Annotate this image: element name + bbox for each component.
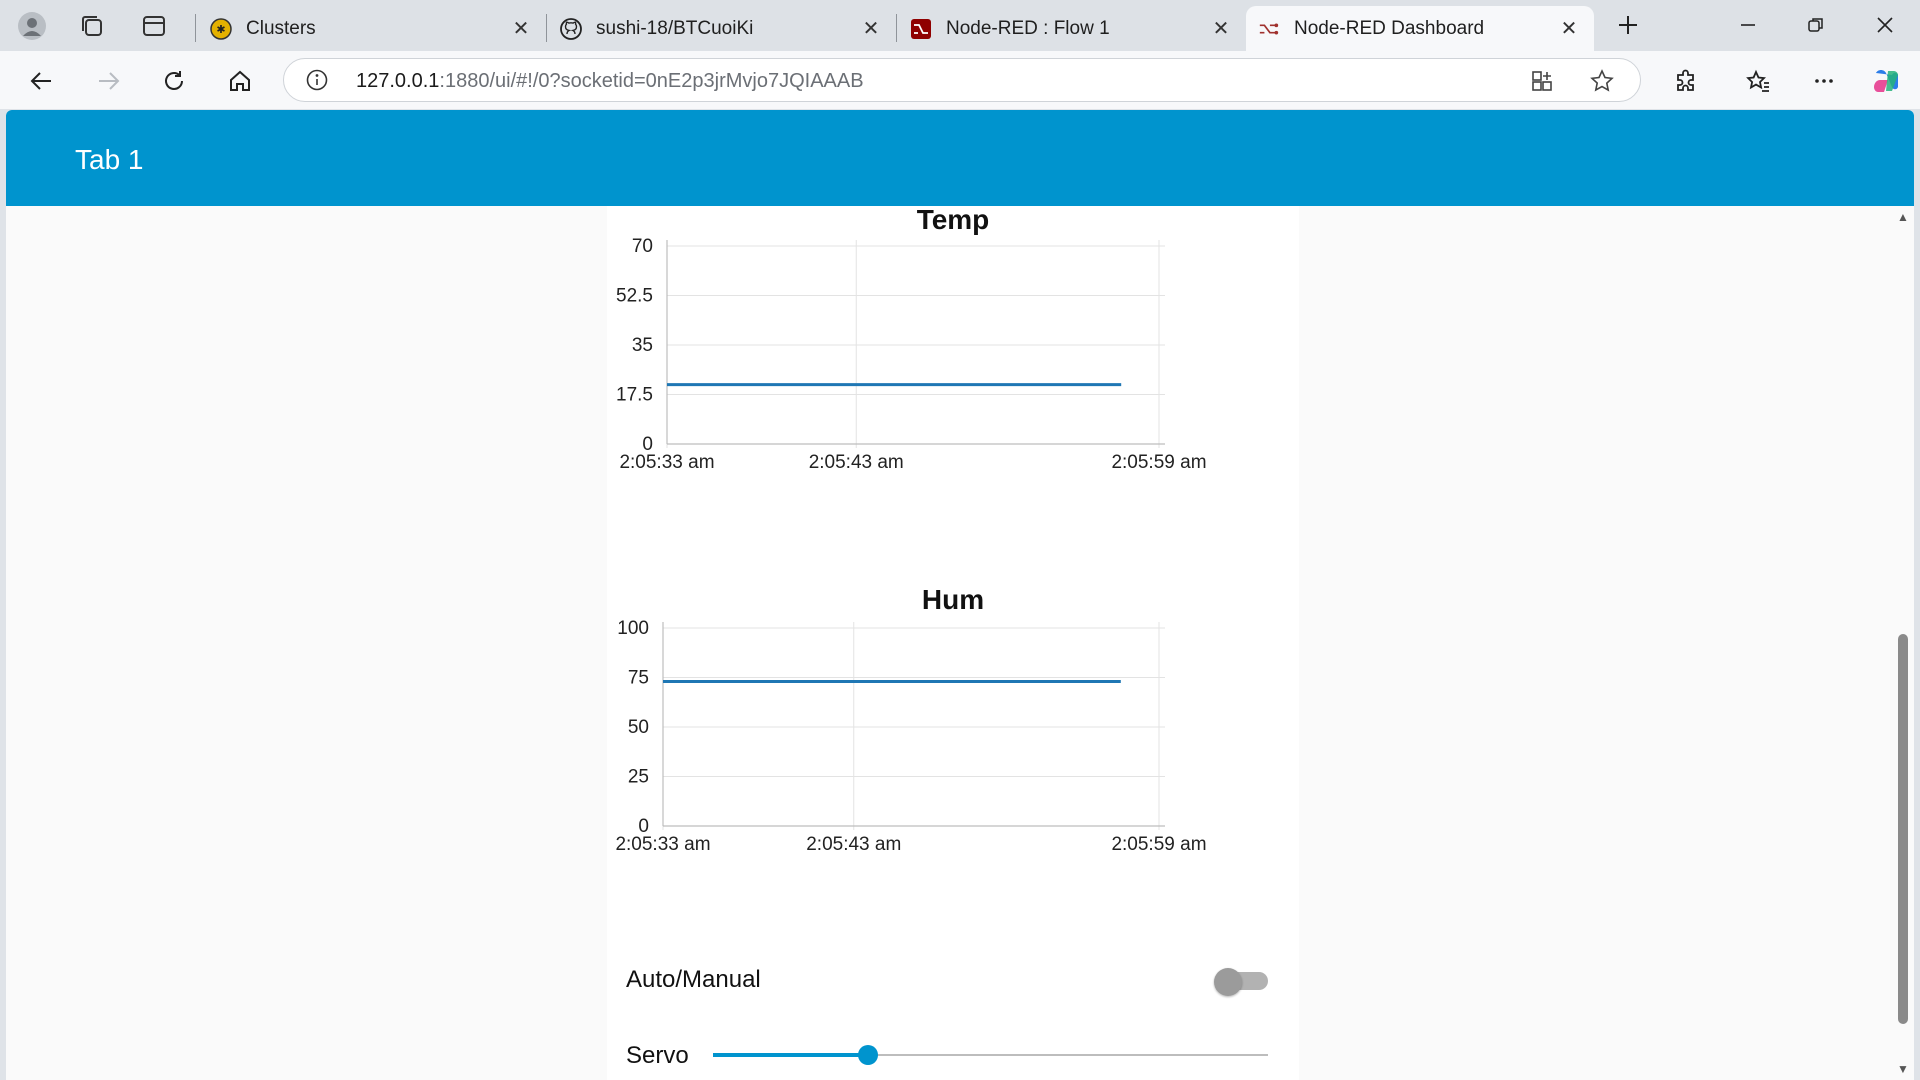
browser-tab-strip: ✱ Clusters ✕ sushi-18/BTCuoiKi ✕ Node-RE… (0, 0, 1920, 51)
scrollbar-thumb[interactable] (1898, 634, 1908, 1024)
favorite-star-icon[interactable] (1589, 68, 1615, 94)
x-tick-label: 2:05:43 am (809, 452, 904, 473)
tab-title: sushi-18/BTCuoiKi (596, 17, 754, 39)
y-tick-label: 75 (628, 668, 649, 689)
chart-title-temp: Temp (916, 204, 990, 235)
favorites-icon[interactable] (1738, 61, 1778, 101)
servo-slider[interactable] (713, 1043, 1268, 1067)
app-available-icon[interactable] (1529, 68, 1555, 94)
svg-text:✱: ✱ (216, 24, 225, 36)
new-tab-button[interactable] (1599, 0, 1657, 50)
refresh-icon[interactable] (154, 61, 194, 101)
scroll-up-arrow-icon[interactable]: ▲ (1896, 210, 1910, 224)
x-tick-label: 2:05:33 am (615, 834, 710, 855)
node-red-icon (1258, 18, 1280, 40)
site-info-icon[interactable] (306, 69, 328, 91)
slider-fill (713, 1053, 869, 1057)
dashboard-toolbar: Tab 1 (6, 110, 1914, 206)
minimize-icon[interactable] (1719, 0, 1777, 50)
home-icon[interactable] (220, 61, 260, 101)
browser-tab-active[interactable]: Node-RED Dashboard ✕ (1246, 6, 1594, 51)
y-tick-label: 70 (632, 236, 653, 257)
browser-tab[interactable]: Node-RED : Flow 1 ✕ (898, 6, 1246, 51)
url-text[interactable]: 127.0.0.1:1880/ui/#!/0?socketid=0nE2p3jr… (356, 70, 864, 93)
browser-tab[interactable]: sushi-18/BTCuoiKi ✕ (548, 6, 896, 51)
restore-icon[interactable] (1787, 0, 1845, 50)
more-options-icon[interactable] (1804, 61, 1844, 101)
browser-toolbar: 127.0.0.1:1880/ui/#!/0?socketid=0nE2p3jr… (0, 51, 1920, 109)
x-tick-label: 2:05:43 am (806, 834, 901, 855)
y-tick-label: 25 (628, 767, 649, 788)
extensions-icon[interactable] (1667, 61, 1707, 101)
x-tick-label: 2:05:59 am (1111, 834, 1206, 855)
auto-manual-switch[interactable] (1214, 968, 1268, 996)
tab-title: Node-RED Dashboard (1294, 17, 1485, 39)
slider-knob[interactable] (858, 1045, 879, 1065)
page-title: Tab 1 (75, 144, 144, 175)
close-icon[interactable]: ✕ (858, 16, 884, 42)
browser-tab[interactable]: ✱ Clusters ✕ (198, 6, 546, 51)
tab-title: Node-RED : Flow 1 (946, 17, 1110, 39)
x-tick-label: 2:05:33 am (619, 452, 714, 473)
close-icon[interactable]: ✕ (1208, 16, 1234, 42)
profile-icon[interactable] (14, 8, 50, 44)
scroll-down-arrow-icon[interactable]: ▼ (1896, 1062, 1910, 1076)
close-icon[interactable]: ✕ (508, 16, 534, 42)
collections-icon[interactable] (74, 8, 110, 44)
github-icon (560, 17, 582, 40)
dashboard-group-card: Temp 70 52.5 35 17.5 0 2:05:33 am 2:05:43 am 2:… (607, 204, 1299, 1080)
back-icon[interactable] (22, 61, 62, 101)
chart-title-hum: Hum (921, 584, 985, 615)
page-scrollbar[interactable]: ▲ ▼ (1892, 206, 1914, 1080)
y-tick-label: 50 (628, 717, 649, 738)
slider-label: Servo (626, 1042, 689, 1069)
y-tick-label: 35 (632, 335, 653, 356)
close-window-icon[interactable] (1856, 0, 1914, 50)
hum-line-chart: 10075502502:05:33 am 2:05:43 am 2:05:59 am (615, 618, 1206, 855)
y-tick-label: 100 (617, 618, 649, 639)
node-red-icon (910, 18, 932, 40)
y-tick-label: 52.5 (616, 286, 653, 307)
switch-label: Auto/Manual (626, 966, 761, 993)
y-tick-label: 17.5 (616, 385, 653, 406)
x-tick-label: 2:05:59 am (1111, 452, 1206, 473)
temp-line-chart: 7052.53517.502:05:33 am 2:05:43 am 2:05:59… (616, 236, 1207, 473)
forward-icon[interactable] (88, 61, 128, 101)
address-bar[interactable]: 127.0.0.1:1880/ui/#!/0?socketid=0nE2p3jr… (283, 58, 1641, 102)
copilot-icon[interactable] (1866, 61, 1906, 101)
switch-thumb[interactable] (1214, 968, 1242, 996)
tab-title: Clusters (246, 17, 316, 39)
cluster-logo-icon: ✱ (210, 17, 232, 40)
tab-actions-icon[interactable] (136, 8, 172, 44)
close-icon[interactable]: ✕ (1556, 16, 1582, 42)
dashboard-page: Tab 1 Temp 70 52.5 35 17.5 0 2:05:33 am 2:05:4… (6, 110, 1914, 1080)
